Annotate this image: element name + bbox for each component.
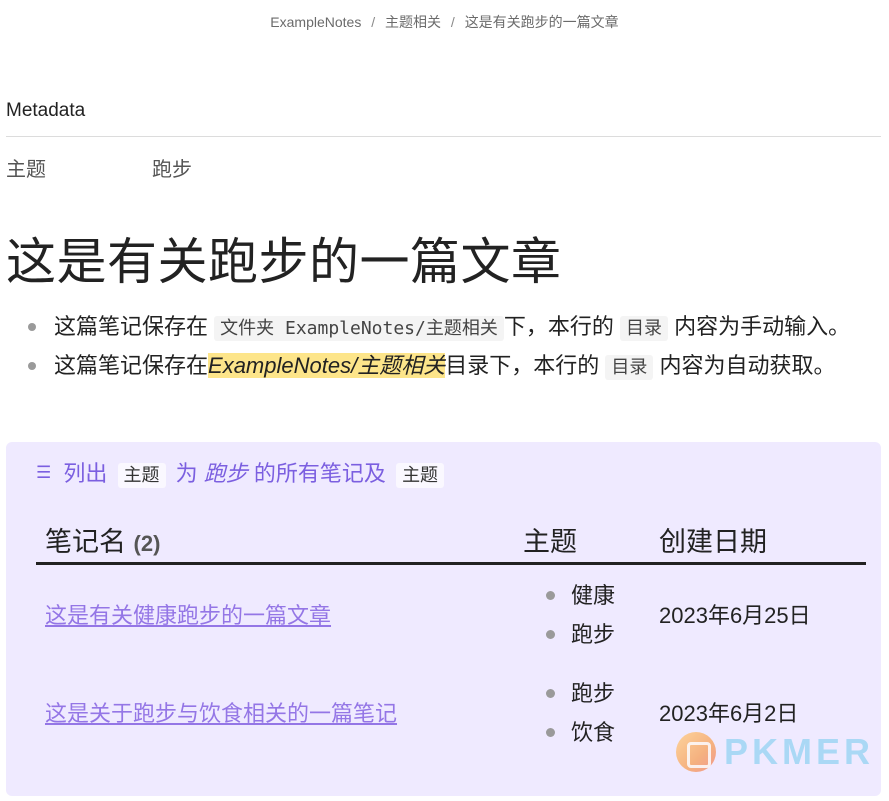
topic-label: 跑步 (571, 681, 616, 706)
breadcrumb-separator: / (450, 14, 455, 30)
note-link[interactable]: 这是关于跑步与饮食相关的一篇笔记 (45, 696, 397, 728)
topic-list: 健康 跑步 (546, 576, 615, 654)
table-row: 这是有关健康跑步的一篇文章 健康 跑步 2023年6月25日 (36, 576, 866, 656)
list-item: 这篇笔记保存在 文件夹 ExampleNotes/主题相关 下，本行的 目录 内容… (28, 308, 868, 347)
column-header-created-date[interactable]: 创建日期 (659, 520, 767, 559)
breadcrumb-separator: / (371, 14, 376, 30)
topic-label: 跑步 (571, 622, 616, 647)
breadcrumb-item-current: 这是有关跑步的一篇文章 (464, 14, 619, 30)
watermark-text: PKMER (724, 731, 875, 772)
inline-code: 文件夹 ExampleNotes/主题相关 (214, 316, 504, 341)
bullet-dot (546, 591, 555, 600)
query-field-chip: 主题 (396, 463, 445, 488)
result-count: (2) (133, 531, 161, 556)
query-title: ☰ 列出 主题 为 跑步 的所有笔记及 主题 (36, 456, 448, 488)
metadata-row: 主题 跑步 (6, 153, 192, 182)
breadcrumb-item-topic[interactable]: 主题相关 (385, 14, 441, 30)
pkmer-watermark: PKMER (676, 730, 874, 774)
bullet-list: 这篇笔记保存在 文件夹 ExampleNotes/主题相关 下，本行的 目录 内容… (28, 308, 868, 386)
topic-item: 跑步 (546, 674, 615, 713)
topic-item: 跑步 (546, 615, 615, 654)
bullet-text: 下，本行的 (503, 314, 614, 339)
topic-item: 饮食 (546, 713, 615, 752)
page-title: 这是有关跑步的一篇文章 (6, 234, 562, 290)
column-header-note-name[interactable]: 笔记名 (2) (45, 520, 160, 559)
bullet-text: 这篇笔记保存在 (54, 314, 209, 339)
breadcrumb: ExampleNotes / 主题相关 / 这是有关跑步的一篇文章 (0, 12, 889, 32)
table-header: 笔记名 (2) 主题 创建日期 (36, 518, 866, 565)
topic-label: 饮食 (571, 720, 616, 745)
inline-code: 目录 (620, 316, 668, 341)
metadata-key: 主题 (6, 159, 46, 181)
topic-list: 跑步 饮食 (546, 674, 615, 752)
bullet-dot (546, 630, 555, 639)
column-header-label: 笔记名 (45, 527, 126, 557)
list-item: 这篇笔记保存在ExampleNotes/主题相关目录下，本行的 目录 内容为自动… (28, 347, 868, 386)
bullet-dot (546, 728, 555, 737)
pkmer-logo-icon (676, 732, 716, 772)
topic-item: 健康 (546, 576, 615, 615)
note-link[interactable]: 这是有关健康跑步的一篇文章 (45, 598, 331, 630)
bullet-dot (546, 689, 555, 698)
bullet-text: 内容为自动获取。 (659, 353, 836, 378)
list-icon: ☰ (36, 463, 52, 482)
query-field-chip: 主题 (117, 463, 166, 488)
query-value: 跑步 (203, 461, 248, 486)
highlighted-path: ExampleNotes/主题相关 (208, 353, 446, 378)
bullet-text: 这篇笔记保存在 (54, 353, 209, 378)
inline-code: 目录 (605, 355, 654, 380)
bullet-text: 目录下，本行的 (445, 353, 600, 378)
query-middle: 为 (175, 461, 198, 486)
bullet-dot (28, 323, 36, 331)
created-date: 2023年6月25日 (659, 603, 811, 628)
query-prefix: 列出 (63, 461, 108, 486)
metadata-value[interactable]: 跑步 (152, 153, 192, 182)
column-header-topic[interactable]: 主题 (523, 520, 577, 559)
query-suffix: 的所有笔记及 (253, 461, 386, 486)
bullet-text: 内容为手动输入。 (674, 314, 851, 339)
created-date: 2023年6月2日 (659, 701, 799, 726)
breadcrumb-item-examplenotes[interactable]: ExampleNotes (270, 14, 361, 30)
metadata-header: Metadata (6, 100, 881, 137)
topic-label: 健康 (571, 583, 616, 608)
bullet-dot (28, 362, 36, 370)
